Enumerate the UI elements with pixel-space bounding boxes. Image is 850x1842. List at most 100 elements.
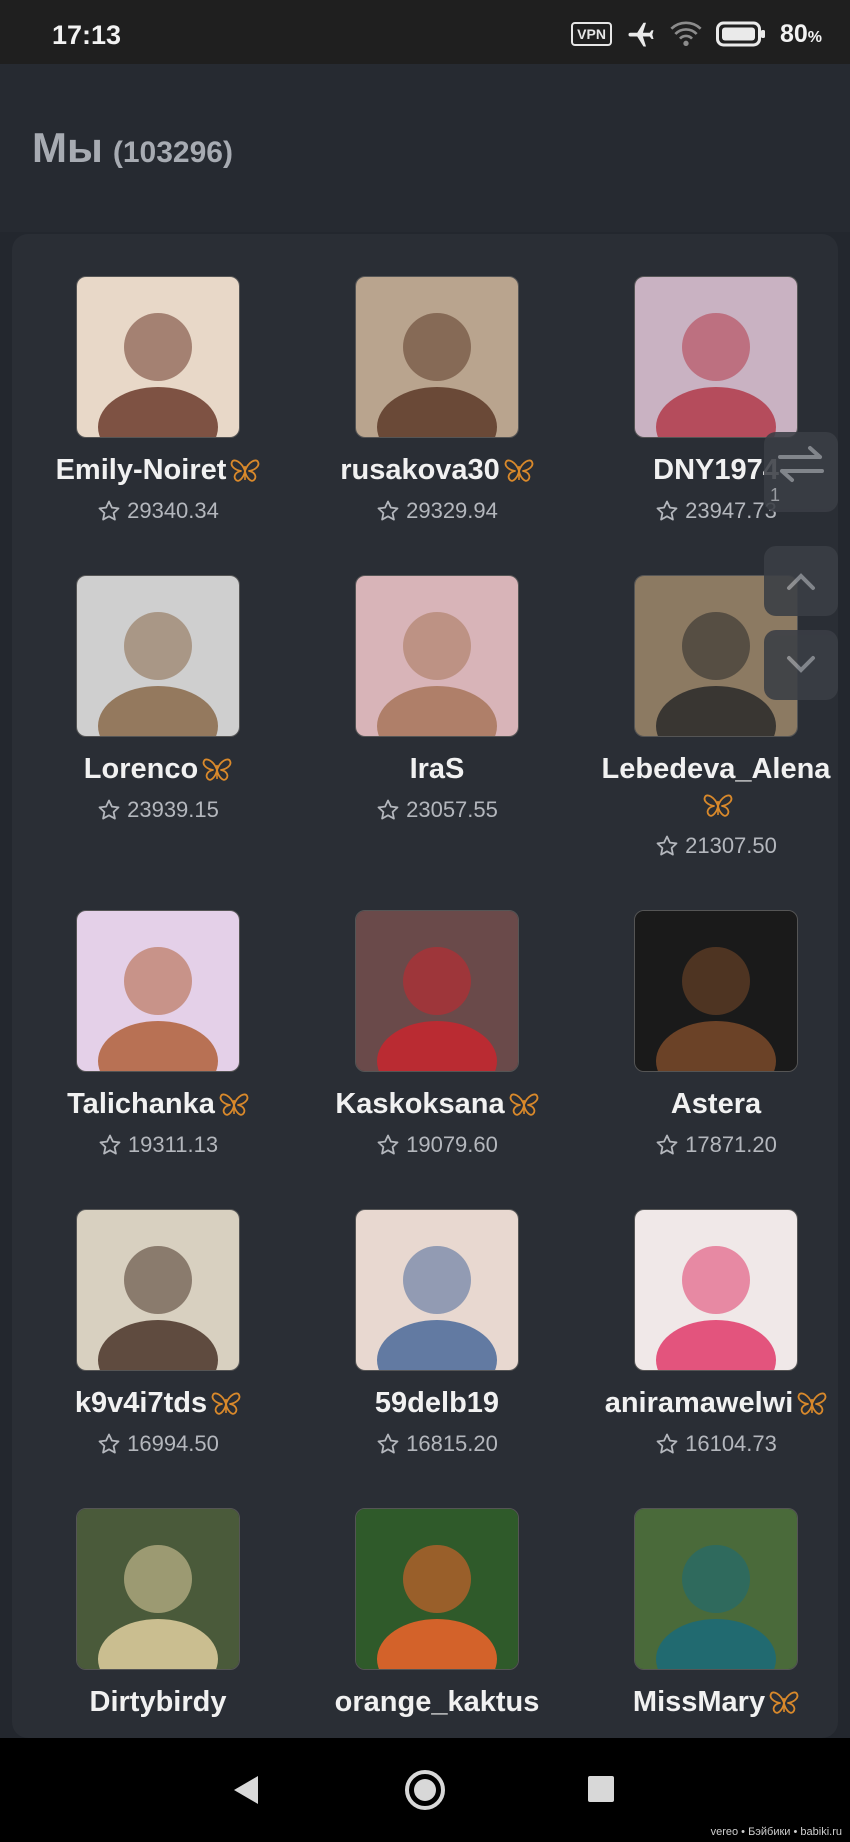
member-score: 19079.60 (299, 1132, 575, 1158)
watermark-text: vereo • Бэйбики • babiki.ru (710, 1826, 842, 1838)
star-icon (377, 1134, 399, 1155)
battery-percent: 80% (779, 19, 822, 48)
member-score-value: 23947.73 (685, 498, 777, 523)
swap-arrows-icon (778, 446, 824, 482)
star-icon (98, 799, 120, 820)
home-icon[interactable] (403, 1768, 447, 1812)
member-card[interactable]: MissMary (578, 1508, 838, 1738)
member-name[interactable]: Emily-Noiret (56, 454, 227, 486)
member-name[interactable]: Lebedeva_Alena (602, 753, 831, 785)
member-avatar[interactable] (76, 276, 240, 438)
butterfly-icon (231, 459, 260, 482)
member-score-value: 23939.15 (127, 797, 219, 822)
members-grid-panel: Emily-Noiret 29340.34 rusakova30 29329.94 DN… (12, 234, 838, 1738)
member-score: 23939.15 (20, 797, 296, 823)
battery-icon (715, 21, 765, 47)
member-name[interactable]: orange_kaktus (335, 1686, 540, 1718)
chevron-down-icon (787, 656, 815, 673)
member-card[interactable]: Lorenco 23939.15 (20, 575, 296, 823)
member-card[interactable]: rusakova30 29329.94 (299, 276, 575, 524)
star-icon (656, 835, 678, 856)
butterfly-icon (797, 1392, 827, 1415)
member-name-line: 59delb19 (299, 1385, 575, 1421)
member-name-line: aniramawelwi (578, 1385, 838, 1421)
scroll-down-button[interactable] (764, 630, 838, 700)
star-icon (656, 500, 678, 521)
star-icon (377, 799, 399, 820)
butterfly-icon (769, 1691, 799, 1714)
member-card[interactable]: orange_kaktus (299, 1508, 575, 1738)
member-card[interactable]: Dirtybirdy (20, 1508, 296, 1738)
member-score: 21307.50 (578, 833, 838, 859)
member-avatar[interactable] (634, 1508, 798, 1670)
member-score: 29340.34 (20, 498, 296, 524)
member-score-value: 23057.55 (406, 797, 498, 822)
member-avatar[interactable] (634, 276, 798, 438)
member-score-value: 21307.50 (685, 833, 777, 858)
member-score: 16815.20 (299, 1431, 575, 1457)
member-name-line: MissMary (578, 1684, 838, 1720)
member-name-line: Dirtybirdy (20, 1684, 296, 1720)
member-name[interactable]: IraS (410, 753, 465, 785)
member-card[interactable]: Emily-Noiret 29340.34 (20, 276, 296, 524)
member-name[interactable]: rusakova30 (340, 454, 500, 486)
butterfly-icon (703, 794, 733, 817)
member-name[interactable]: Dirtybirdy (90, 1686, 227, 1718)
member-avatar[interactable] (76, 1209, 240, 1371)
member-name[interactable]: k9v4i7tds (75, 1387, 207, 1419)
member-name[interactable]: Lorenco (84, 753, 198, 785)
page-title-text: Мы (32, 124, 103, 171)
member-name[interactable]: Astera (671, 1088, 761, 1120)
member-name[interactable]: aniramawelwi (605, 1387, 794, 1419)
member-name[interactable]: Talichanka (67, 1088, 215, 1120)
member-card[interactable]: k9v4i7tds 16994.50 (20, 1209, 296, 1457)
butterfly-icon (509, 1093, 538, 1116)
member-avatar[interactable] (634, 1209, 798, 1371)
member-card[interactable]: Astera 17871.20 (578, 910, 838, 1158)
member-avatar[interactable] (355, 1508, 519, 1670)
swap-view-button[interactable]: 1 (764, 432, 838, 512)
member-card[interactable]: Lebedeva_Alena 21307.50 (578, 575, 838, 859)
member-avatar[interactable] (355, 910, 519, 1072)
recents-icon[interactable] (586, 1774, 616, 1804)
member-score-value: 19311.13 (127, 1132, 219, 1157)
member-avatar[interactable] (634, 910, 798, 1072)
star-icon (377, 500, 399, 521)
status-bar: 17:13 VPN 80% (0, 0, 850, 64)
member-avatar[interactable] (355, 276, 519, 438)
chevron-up-icon (787, 573, 815, 590)
member-avatar[interactable] (76, 1508, 240, 1670)
member-card[interactable]: Kaskoksana 19079.60 (299, 910, 575, 1158)
star-icon (98, 1433, 120, 1454)
star-icon (377, 1433, 399, 1454)
member-card[interactable]: Talichanka 19311.13 (20, 910, 296, 1158)
member-score: 19311.13 (20, 1132, 296, 1158)
vpn-icon: VPN (571, 22, 612, 46)
member-avatar[interactable] (76, 575, 240, 737)
member-name[interactable]: 59delb19 (375, 1387, 499, 1419)
member-avatar[interactable] (355, 575, 519, 737)
member-name[interactable]: Kaskoksana (335, 1088, 504, 1120)
member-score: 23057.55 (299, 797, 575, 823)
scroll-up-button[interactable] (764, 546, 838, 616)
butterfly-icon (219, 1093, 249, 1116)
member-avatar[interactable] (355, 1209, 519, 1371)
member-name-line: Lorenco (20, 751, 296, 787)
member-score: 29329.94 (299, 498, 575, 524)
back-icon[interactable] (228, 1770, 268, 1810)
member-name[interactable]: MissMary (633, 1686, 765, 1718)
star-icon (98, 500, 120, 521)
butterfly-icon (504, 459, 534, 482)
member-card[interactable]: 59delb19 16815.20 (299, 1209, 575, 1457)
member-name[interactable]: DNY1974 (653, 454, 779, 486)
member-card[interactable]: IraS 23057.55 (299, 575, 575, 823)
airplane-mode-icon (628, 22, 654, 47)
member-score: 17871.20 (578, 1132, 838, 1158)
member-name-line: IraS (299, 751, 575, 787)
member-name-line: orange_kaktus (299, 1684, 575, 1720)
star-icon (656, 1134, 678, 1155)
member-card[interactable]: aniramawelwi 16104.73 (578, 1209, 838, 1457)
member-count: (103296) (112, 136, 233, 169)
member-score-value: 29329.94 (406, 498, 498, 523)
member-avatar[interactable] (76, 910, 240, 1072)
